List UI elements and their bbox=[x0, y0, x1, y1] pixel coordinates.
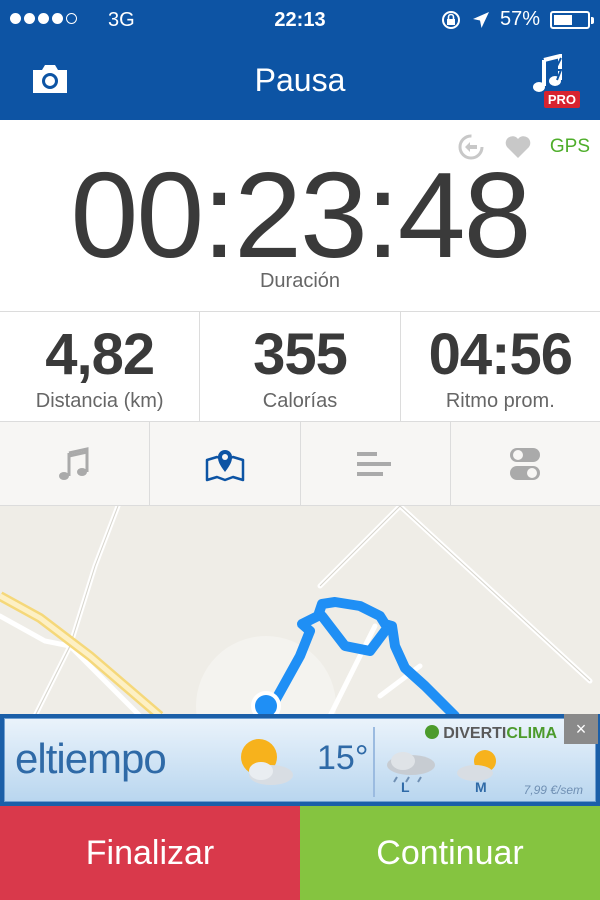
stat-pace: 04:56 Ritmo prom. bbox=[401, 312, 600, 421]
bars-icon bbox=[357, 451, 392, 476]
tab-splits[interactable] bbox=[301, 422, 451, 505]
stat-distance-value: 4,82 bbox=[45, 322, 155, 387]
ad-sponsor: DIVERTICLIMA bbox=[425, 725, 557, 743]
continue-button[interactable]: Continuar bbox=[300, 806, 600, 900]
ad-price: 7,99 €/sem bbox=[523, 783, 583, 797]
duration-label: Duración bbox=[259, 270, 341, 292]
music-note-icon bbox=[58, 446, 89, 480]
duration-value: 00:23:48 bbox=[70, 147, 532, 283]
close-icon: × bbox=[575, 718, 587, 739]
sun-cloud-icon bbox=[241, 739, 293, 785]
stats-row: 4,82 Distancia (km) 355 Calorías 04:56 R… bbox=[0, 312, 600, 422]
stat-calories-value: 355 bbox=[253, 322, 348, 387]
toggles-icon bbox=[510, 447, 541, 480]
battery-percent: 57% bbox=[499, 8, 540, 30]
battery-icon bbox=[550, 10, 594, 29]
ad-close-button[interactable]: × bbox=[564, 714, 598, 744]
stat-pace-label: Ritmo prom. bbox=[445, 390, 555, 412]
nav-bar: Pausa PRO bbox=[0, 40, 600, 120]
ad-brand: eltiempo bbox=[15, 735, 167, 782]
tab-map[interactable] bbox=[150, 422, 301, 505]
cloud-rain-icon bbox=[387, 752, 435, 783]
app-screen: 3G 22:13 57% Pausa PRO GPS 00:23:48 Dura… bbox=[0, 0, 600, 900]
ad-day-l: L bbox=[401, 779, 410, 795]
map-pin-icon bbox=[205, 449, 245, 481]
tab-music[interactable] bbox=[0, 422, 151, 505]
location-arrow-icon bbox=[472, 11, 489, 28]
pro-badge: PRO bbox=[543, 91, 580, 108]
finish-button[interactable]: Finalizar bbox=[0, 806, 300, 900]
ad-banner[interactable]: eltiempo 15° L M DIVERTICLIMA 7,99 €/sem… bbox=[0, 714, 600, 806]
ad-divider bbox=[373, 727, 375, 797]
map-canvas bbox=[0, 506, 593, 716]
stat-calories-label: Calorías bbox=[262, 390, 338, 412]
stat-distance-label: Distancia (km) bbox=[35, 390, 164, 412]
music-pro-button[interactable]: PRO bbox=[530, 54, 580, 110]
page-title: Pausa bbox=[254, 62, 346, 98]
timer-section: GPS 00:23:48 Duración bbox=[0, 120, 600, 312]
ad-content[interactable]: eltiempo 15° L M DIVERTICLIMA 7,99 €/sem bbox=[4, 718, 596, 802]
sun-cloud-small-icon bbox=[457, 750, 496, 781]
ad-temperature: 15° bbox=[317, 739, 369, 777]
tab-bar bbox=[0, 422, 600, 506]
tab-settings[interactable] bbox=[451, 422, 600, 505]
status-right-group: 57% bbox=[440, 8, 594, 31]
route-map[interactable] bbox=[0, 506, 600, 716]
ad-day-m: M bbox=[475, 779, 487, 795]
status-bar: 3G 22:13 57% bbox=[0, 0, 600, 40]
action-bar: Finalizar Continuar bbox=[0, 806, 600, 900]
rotation-lock-icon bbox=[441, 10, 460, 29]
stat-distance: 4,82 Distancia (km) bbox=[0, 312, 201, 421]
stat-pace-value: 04:56 bbox=[428, 322, 573, 387]
sponsor-logo-icon bbox=[425, 725, 440, 739]
stat-calories: 355 Calorías bbox=[200, 312, 401, 421]
